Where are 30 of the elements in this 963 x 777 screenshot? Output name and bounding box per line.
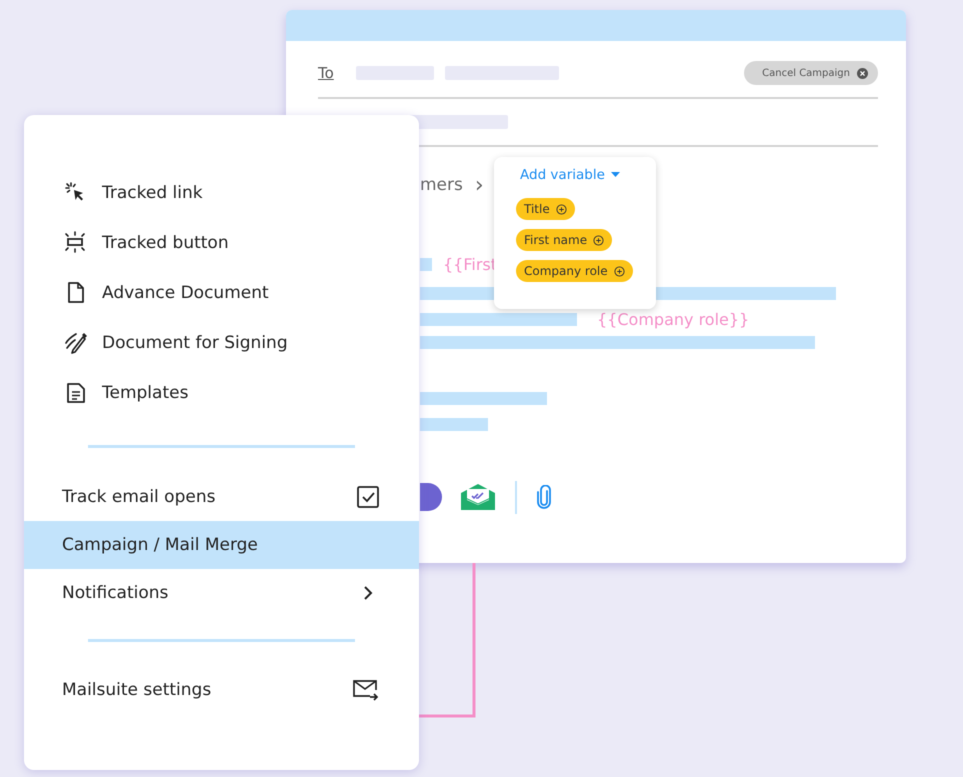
to-label: To	[318, 64, 334, 82]
envelope-icon[interactable]	[461, 484, 495, 510]
caret-icon	[610, 172, 620, 178]
pen-icon	[64, 331, 88, 355]
add-icon	[593, 234, 604, 246]
menu-item[interactable]: Notifications	[24, 569, 419, 617]
document-icon	[64, 381, 88, 405]
cancel-campaign-button[interactable]: Cancel Campaign	[744, 61, 878, 85]
mail-send-icon	[353, 679, 379, 701]
menu-item[interactable]: Track email opens	[24, 473, 419, 521]
breadcrumb-text: mers	[420, 175, 463, 195]
menu-item[interactable]: Mailsuite settings	[24, 666, 419, 714]
add-icon	[556, 204, 567, 214]
menu-item[interactable]: Advance Document	[24, 268, 419, 318]
menu-item[interactable]: Document for Signing	[24, 318, 419, 368]
chevron-icon: ›	[474, 172, 484, 198]
variable-chip[interactable]: Title	[516, 198, 575, 220]
menu-item[interactable]: Templates	[24, 368, 419, 418]
checkbox[interactable]	[357, 486, 379, 508]
chevron-icon	[363, 585, 373, 601]
menu-item[interactable]: Campaign / Mail Merge	[24, 521, 419, 569]
variable-chip[interactable]: First name	[516, 229, 612, 251]
variable-text: {{Company role}}	[597, 310, 750, 328]
menu-item[interactable]: Tracked button	[24, 218, 419, 268]
menu-item[interactable]: Tracked link	[24, 168, 419, 218]
close-icon	[857, 68, 868, 78]
variable-text: {{First	[443, 254, 498, 274]
variable-chip[interactable]: Company role	[516, 260, 633, 282]
paperclip-icon[interactable]	[535, 485, 553, 509]
add-icon	[614, 266, 625, 276]
